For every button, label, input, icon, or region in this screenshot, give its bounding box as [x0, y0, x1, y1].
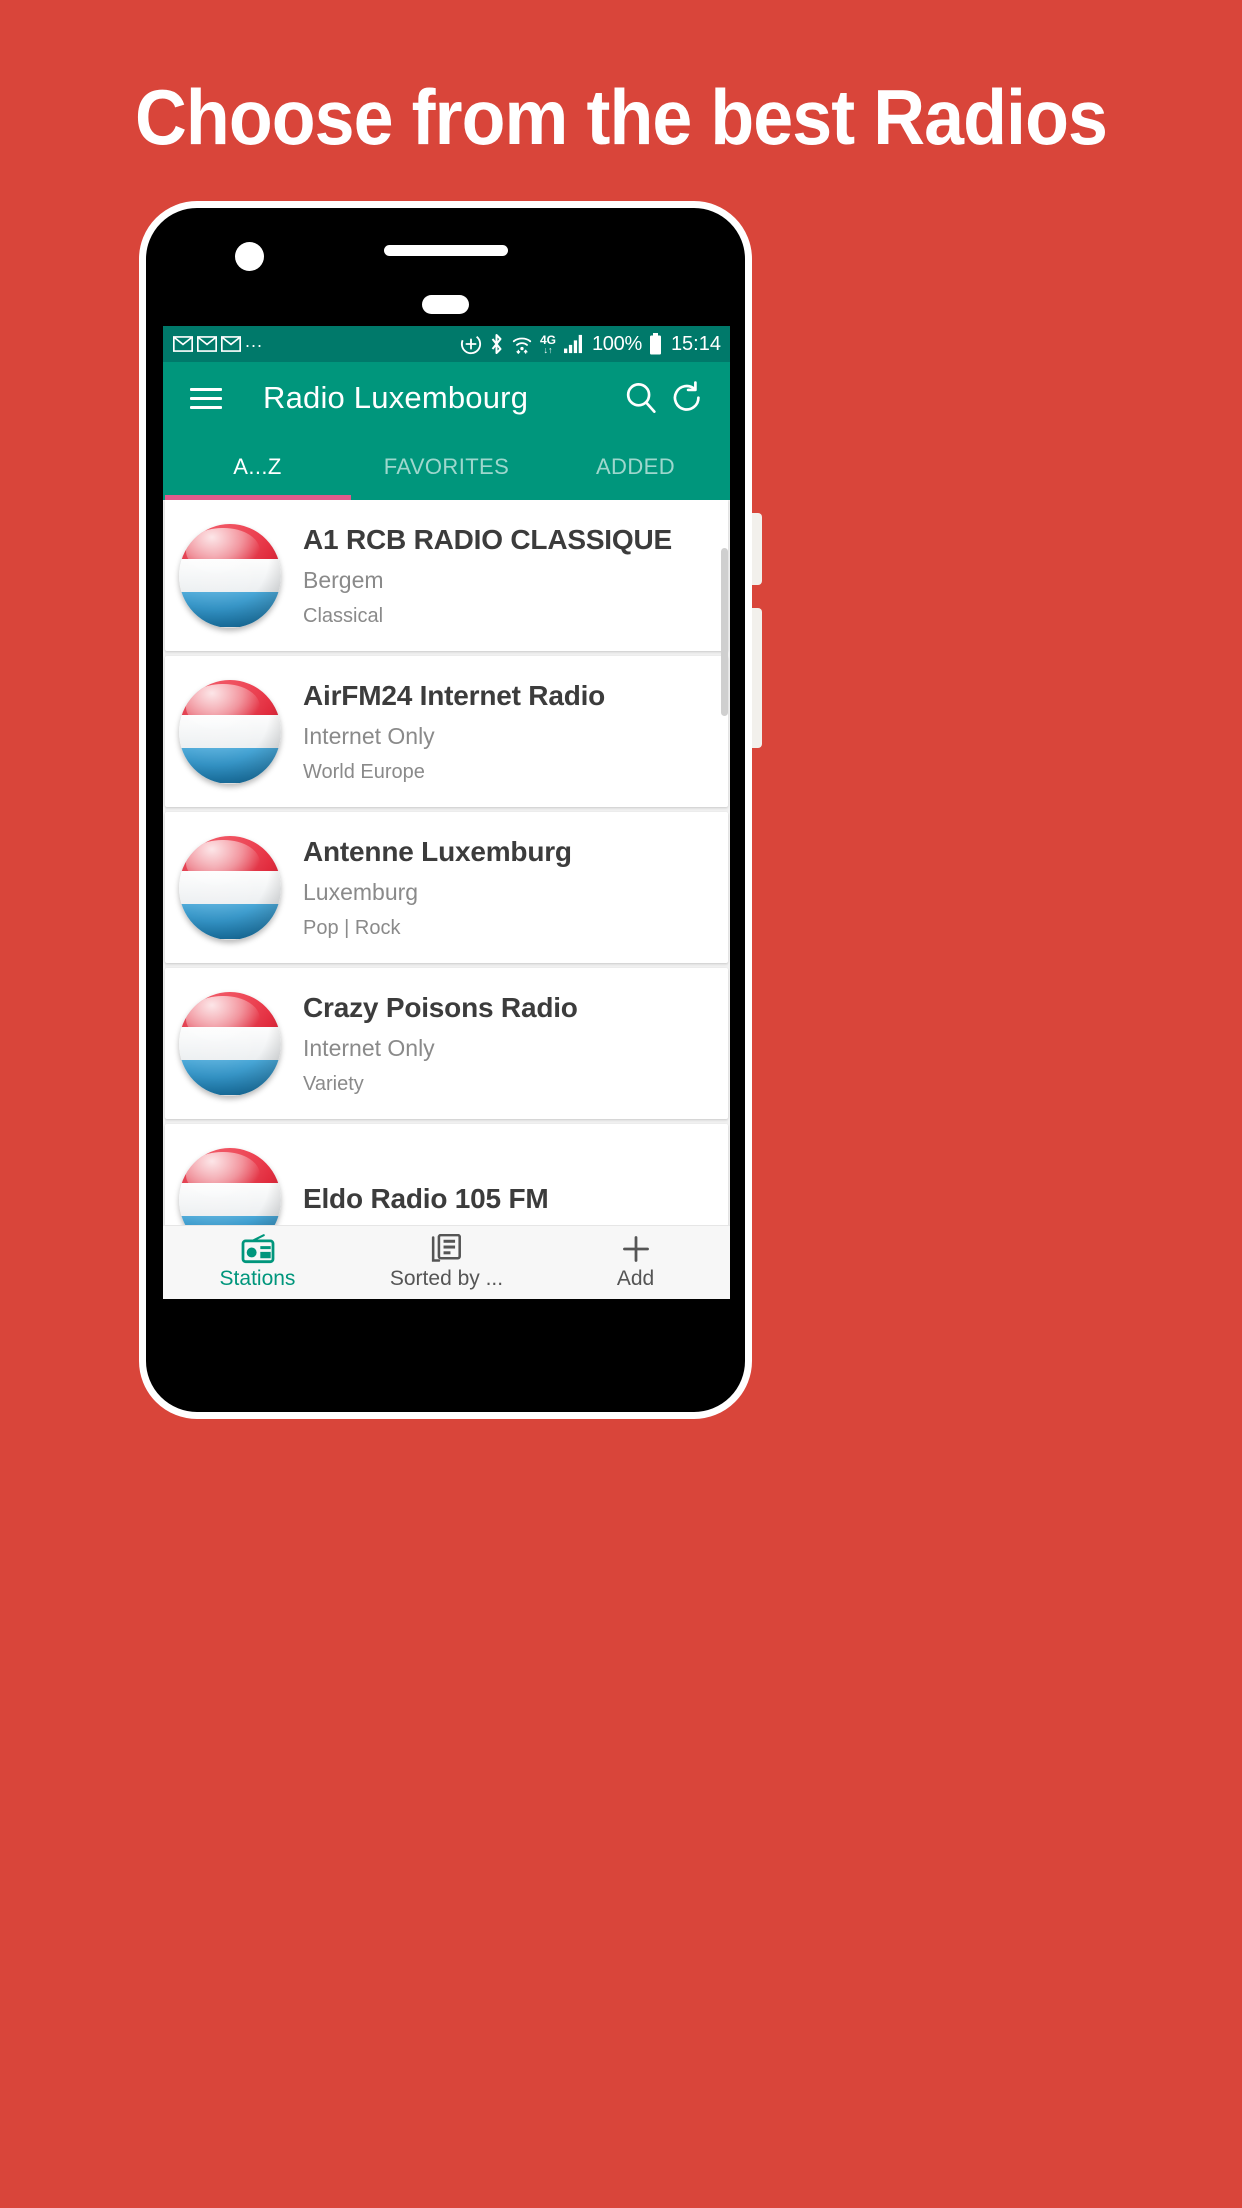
- status-bar-notifications: ...: [173, 331, 264, 352]
- station-location: Luxemburg: [303, 879, 419, 906]
- wifi-icon: [512, 337, 532, 354]
- station-list-item[interactable]: Eldo Radio 105 FM: [165, 1124, 728, 1225]
- station-name: Eldo Radio 105 FM: [303, 1183, 549, 1215]
- nav-item-sorted-by[interactable]: Sorted by ...: [352, 1234, 541, 1291]
- station-list[interactable]: A1 RCB RADIO CLASSIQUE Bergem Classical …: [163, 500, 730, 1225]
- search-button[interactable]: [618, 375, 664, 421]
- luxembourg-flag-icon: [179, 991, 281, 1096]
- gmail-icon: [197, 336, 217, 352]
- station-list-item[interactable]: Antenne Luxemburg Luxemburg Pop | Rock: [165, 812, 728, 963]
- list-sort-icon: [431, 1234, 461, 1262]
- do-not-disturb-icon: [460, 333, 482, 355]
- station-genre: Variety: [303, 1072, 364, 1095]
- app-bar: Radio Luxembourg: [163, 362, 730, 434]
- earpiece-speaker: [384, 245, 508, 256]
- status-bar-system-icons: 4G ↓↑ 100% 15:14: [460, 333, 721, 356]
- status-bar: ... 4G ↓↑ 100% 15:14: [163, 326, 730, 362]
- bluetooth-icon: [491, 334, 502, 354]
- proximity-sensor: [422, 295, 469, 314]
- station-info: Antenne Luxemburg Luxemburg Pop | Rock: [303, 836, 728, 938]
- station-info: A1 RCB RADIO CLASSIQUE Bergem Classical: [303, 524, 728, 626]
- search-icon: [626, 383, 656, 413]
- nav-item-add[interactable]: Add: [541, 1234, 730, 1291]
- tab-favorites[interactable]: FAVORITES: [352, 434, 541, 500]
- app-title: Radio Luxembourg: [263, 380, 529, 415]
- phone-screen: ... 4G ↓↑ 100% 15:14 Radio Luxembourg A.…: [163, 326, 730, 1299]
- gmail-icon: [221, 336, 241, 352]
- station-location: Internet Only: [303, 723, 435, 750]
- station-genre: Pop | Rock: [303, 916, 401, 939]
- luxembourg-flag-icon: [179, 523, 281, 628]
- list-scrollbar[interactable]: [721, 548, 728, 716]
- page-title: Choose from the best Radios: [135, 73, 1108, 161]
- plus-icon: [622, 1236, 649, 1262]
- notification-overflow-label: ...: [245, 331, 264, 351]
- luxembourg-flag-icon: [179, 1147, 281, 1225]
- station-name: A1 RCB RADIO CLASSIQUE: [303, 524, 672, 556]
- battery-percent-label: 100%: [591, 332, 642, 355]
- clock-label: 15:14: [670, 332, 721, 355]
- gmail-icon: [173, 336, 193, 352]
- station-location: Internet Only: [303, 1035, 435, 1062]
- station-location: Bergem: [303, 567, 384, 594]
- nav-label-add: Add: [616, 1267, 655, 1290]
- nav-label-sorted-by: Sorted by ...: [389, 1267, 504, 1290]
- station-info: AirFM24 Internet Radio Internet Only Wor…: [303, 680, 728, 782]
- front-camera-icon: [235, 242, 264, 271]
- refresh-button[interactable]: [664, 375, 710, 421]
- radio-icon: [241, 1234, 274, 1264]
- tab-bar: A...Z FAVORITES ADDED: [163, 434, 730, 500]
- station-info: Eldo Radio 105 FM: [303, 1183, 728, 1215]
- phone-volume-button: [752, 513, 762, 585]
- tab-a-to-z[interactable]: A...Z: [163, 434, 352, 500]
- phone-power-button: [752, 608, 762, 748]
- station-genre: World Europe: [303, 760, 425, 783]
- bottom-navigation: Stations Sorted by ... Add: [163, 1225, 730, 1299]
- station-list-item[interactable]: AirFM24 Internet Radio Internet Only Wor…: [165, 656, 728, 807]
- hamburger-menu-icon: [190, 382, 222, 415]
- luxembourg-flag-icon: [179, 679, 281, 784]
- nav-label-stations: Stations: [219, 1267, 296, 1290]
- station-genre: Classical: [303, 604, 384, 627]
- battery-full-icon: [649, 333, 661, 355]
- station-name: AirFM24 Internet Radio: [303, 680, 606, 712]
- nav-item-stations[interactable]: Stations: [163, 1234, 352, 1291]
- station-list-item[interactable]: Crazy Poisons Radio Internet Only Variet…: [165, 968, 728, 1119]
- tab-added[interactable]: ADDED: [541, 434, 730, 500]
- refresh-icon: [673, 381, 700, 411]
- signal-bars-icon: [563, 334, 582, 354]
- network-type-label: 4G ↓↑: [539, 332, 556, 355]
- luxembourg-flag-icon: [179, 835, 281, 940]
- station-name: Antenne Luxemburg: [303, 836, 572, 868]
- phone-mockup: ... 4G ↓↑ 100% 15:14 Radio Luxembourg A.…: [139, 201, 762, 1419]
- station-name: Crazy Poisons Radio: [303, 992, 578, 1024]
- station-list-item[interactable]: A1 RCB RADIO CLASSIQUE Bergem Classical: [165, 500, 728, 651]
- hamburger-menu-button[interactable]: [183, 375, 229, 421]
- station-info: Crazy Poisons Radio Internet Only Variet…: [303, 992, 728, 1094]
